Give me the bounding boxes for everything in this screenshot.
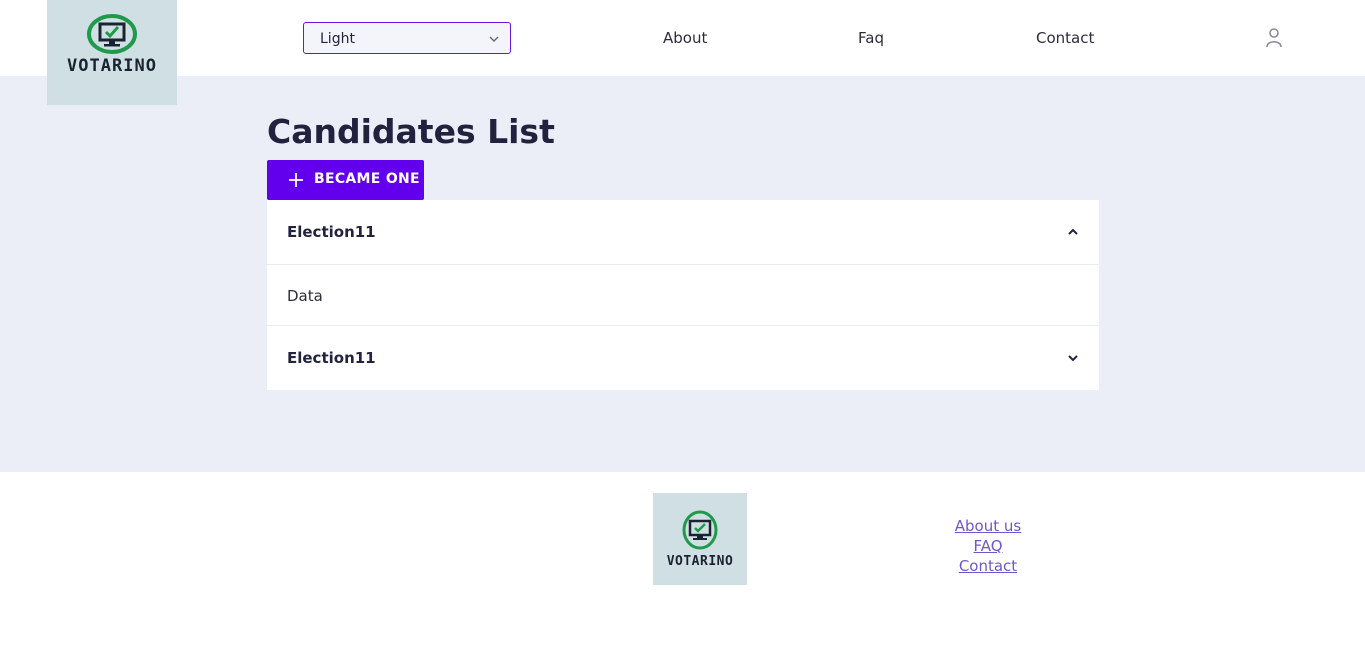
chevron-down-icon (1068, 355, 1078, 362)
nav-faq[interactable]: Faq (858, 29, 884, 47)
footer-link-contact[interactable]: Contact (938, 556, 1038, 576)
chevron-down-icon (489, 36, 499, 42)
user-icon[interactable] (1264, 27, 1284, 49)
ballot-monitor-icon (87, 14, 137, 54)
footer-links: About us FAQ Contact (938, 516, 1038, 576)
logo[interactable]: VOTARINO (47, 0, 177, 105)
became-one-button[interactable]: BECAME ONE (267, 160, 424, 200)
became-one-label: BECAME ONE (314, 171, 420, 187)
logo-text: VOTARINO (67, 56, 157, 76)
footer: VOTARINO About us FAQ Contact (0, 472, 1365, 669)
nav-contact[interactable]: Contact (1036, 29, 1094, 47)
plus-icon (289, 173, 303, 187)
footer-logo-text: VOTARINO (666, 554, 734, 569)
accordion-body: Data (267, 264, 1099, 326)
theme-select-value: Light (320, 31, 355, 47)
nav-about[interactable]: About (663, 29, 707, 47)
accordion-title: Election11 (287, 223, 376, 241)
footer-link-faq[interactable]: FAQ (938, 536, 1038, 556)
footer-logo: VOTARINO (653, 493, 747, 585)
elections-accordion: Election11 Data Election11 (267, 200, 1099, 390)
page-title: Candidates List (267, 112, 555, 151)
accordion-title: Election11 (287, 349, 376, 367)
ballot-monitor-icon (682, 510, 718, 550)
theme-select[interactable]: Light (303, 22, 511, 54)
accordion-header[interactable]: Election11 (267, 326, 1099, 390)
main-content: Candidates List BECAME ONE Election11 Da… (0, 76, 1365, 472)
header: VOTARINO Light About Faq Contact (0, 0, 1365, 105)
accordion-header[interactable]: Election11 (267, 200, 1099, 264)
footer-link-about[interactable]: About us (938, 516, 1038, 536)
chevron-up-icon (1068, 228, 1078, 235)
accordion-body-text: Data (287, 287, 323, 305)
